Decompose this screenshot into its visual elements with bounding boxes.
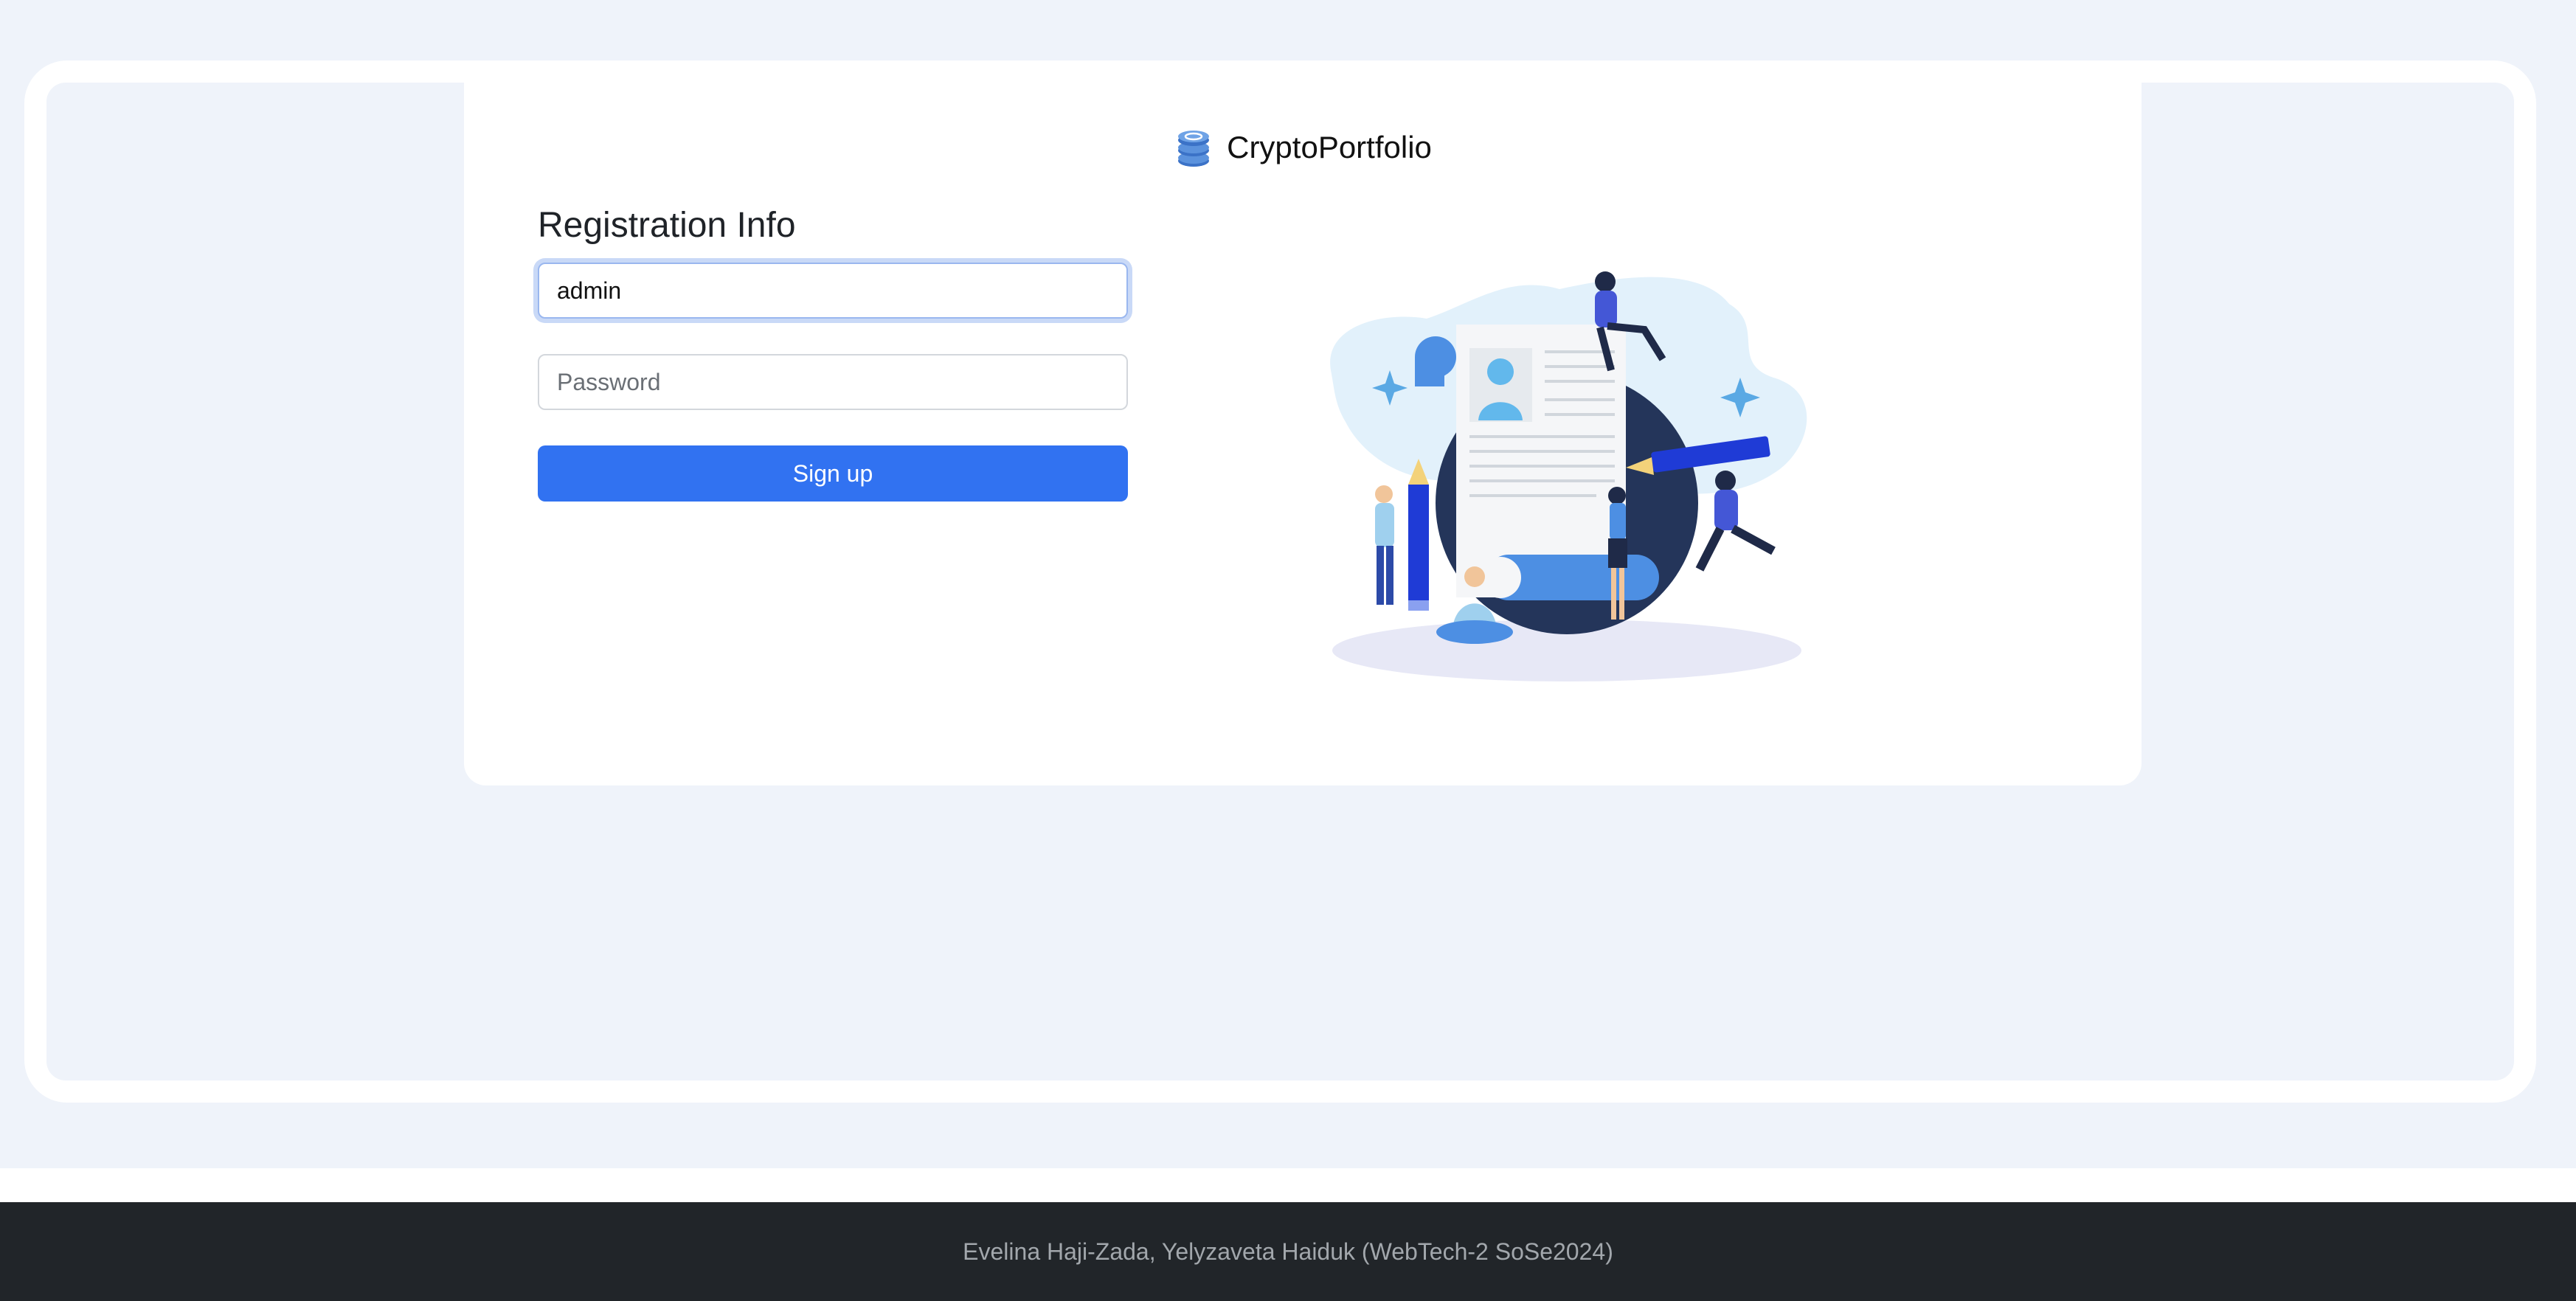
outer-frame: CryptoPortfolio Registration Info Sign u… bbox=[24, 60, 2536, 1103]
registration-form: Registration Info Sign up bbox=[538, 201, 1128, 502]
brand-header: CryptoPortfolio bbox=[464, 118, 2142, 177]
footer-text: Evelina Haji-Zada, Yelyzaveta Haiduk (We… bbox=[963, 1238, 1613, 1265]
form-title: Registration Info bbox=[538, 206, 796, 245]
coin-stack-icon bbox=[1178, 131, 1210, 167]
footer: Evelina Haji-Zada, Yelyzaveta Haiduk (We… bbox=[0, 1202, 2576, 1301]
registration-illustration bbox=[1330, 271, 1807, 681]
username-input[interactable] bbox=[538, 263, 1128, 319]
brand-name: CryptoPortfolio bbox=[1227, 130, 1432, 164]
signup-button[interactable]: Sign up bbox=[538, 445, 1128, 502]
registration-card: CryptoPortfolio Registration Info Sign u… bbox=[464, 83, 2142, 785]
password-input[interactable] bbox=[538, 354, 1128, 410]
footer-spacer bbox=[0, 1168, 2576, 1202]
content-area: CryptoPortfolio Registration Info Sign u… bbox=[46, 83, 2514, 1080]
